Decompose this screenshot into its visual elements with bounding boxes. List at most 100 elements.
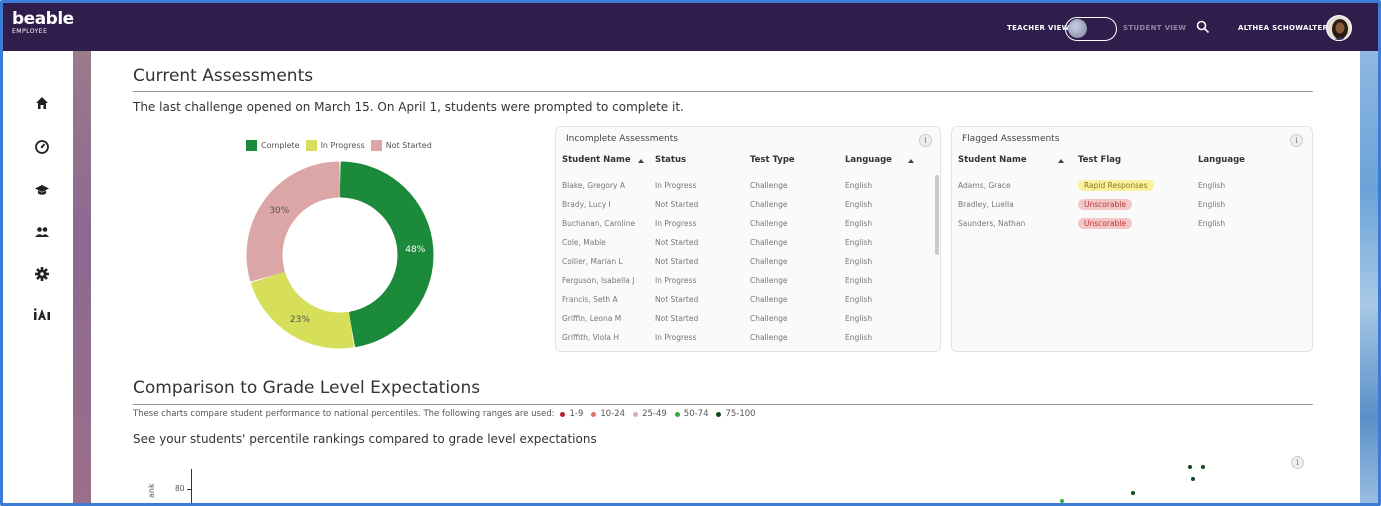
table-cell: In Progress	[655, 276, 697, 285]
panel-title: Incomplete Assessments	[566, 134, 678, 144]
col-header-status[interactable]: Status	[655, 155, 686, 165]
table-cell: Challenge	[750, 314, 788, 323]
test-flag-badge: Unscorable	[1078, 218, 1133, 229]
decorative-left-strip	[73, 51, 91, 503]
legend-item-complete: Complete	[246, 140, 300, 151]
table-cell[interactable]: Griffith, Viola H	[562, 333, 619, 342]
logo-subtitle: EMPLOYEE	[12, 28, 48, 35]
scatter-point	[1191, 477, 1195, 481]
users-icon[interactable]	[34, 224, 50, 240]
section-title-comparison: Comparison to Grade Level Expectations	[133, 378, 481, 398]
col-header-student-name[interactable]: Student Name	[958, 155, 1027, 165]
brand-logo[interactable]: beable EMPLOYEE	[12, 11, 74, 36]
donut-slice[interactable]	[251, 271, 354, 349]
legend-label: Complete	[261, 141, 300, 150]
sort-asc-icon[interactable]	[638, 159, 644, 163]
table-cell[interactable]: Buchanan, Caroline	[562, 219, 635, 228]
section-title-current: Current Assessments	[133, 66, 314, 86]
range-dot	[674, 411, 680, 417]
range-label: 75-100	[725, 409, 756, 419]
current-lead-text: The last challenge opened on March 15. O…	[133, 100, 684, 114]
info-icon[interactable]: i	[1291, 456, 1304, 469]
table-cell: Not Started	[655, 200, 699, 209]
info-icon[interactable]: i	[1290, 134, 1303, 147]
info-icon[interactable]: i	[919, 134, 932, 147]
logo-text: beable	[12, 9, 74, 29]
view-toggle[interactable]	[1065, 17, 1117, 41]
flagged-assessments-panel: Flagged Assessments i Student Name Test …	[951, 126, 1313, 352]
col-header-test-flag[interactable]: Test Flag	[1078, 155, 1121, 165]
table-cell: Not Started	[655, 295, 699, 304]
col-header-test-type[interactable]: Test Type	[750, 155, 795, 165]
table-cell[interactable]: Griffin, Leona M	[562, 314, 621, 323]
col-header-student-name[interactable]: Student Name	[562, 155, 631, 165]
sort-asc-icon[interactable]	[908, 159, 914, 163]
avatar[interactable]	[1326, 15, 1352, 41]
table-cell[interactable]: Blake, Gregory A	[562, 181, 625, 190]
table-cell: English	[845, 333, 873, 342]
table-cell: Challenge	[750, 276, 788, 285]
table-cell: Not Started	[655, 257, 699, 266]
panel-title: Flagged Assessments	[962, 134, 1060, 144]
scatter-point	[1188, 465, 1192, 469]
table-cell[interactable]: Ferguson, Isabella J	[562, 276, 634, 285]
completion-donut-chart: 48% 23% 30%	[246, 161, 434, 349]
table-cell[interactable]: Bradley, Luella	[958, 200, 1014, 209]
table-cell: In Progress	[655, 181, 697, 190]
legend-swatch	[370, 140, 382, 151]
table-cell: English	[845, 314, 873, 323]
table-cell[interactable]: Brady, Lucy I	[562, 200, 611, 209]
scatter-point	[1060, 499, 1064, 503]
graduation-cap-icon[interactable]	[34, 182, 50, 198]
y-axis-label: ank	[147, 483, 156, 498]
legend-item-in-progress: In Progress	[305, 140, 365, 151]
table-cell: English	[845, 219, 873, 228]
ai-icon[interactable]	[33, 306, 51, 322]
settings-icon[interactable]	[34, 266, 50, 282]
percentile-ranges: These charts compare student performance…	[133, 409, 758, 419]
ranges-intro: These charts compare student performance…	[133, 409, 555, 419]
side-nav	[3, 51, 73, 503]
range-label: 50-74	[683, 409, 709, 419]
table-cell: English	[845, 200, 873, 209]
table-cell: English	[845, 276, 873, 285]
scrollbar[interactable]	[935, 175, 939, 255]
dashboard-icon[interactable]	[34, 139, 50, 155]
table-cell: In Progress	[655, 219, 697, 228]
table-cell: English	[845, 257, 873, 266]
search-icon[interactable]	[1196, 20, 1210, 34]
col-header-language[interactable]: Language	[845, 155, 892, 165]
range-dot	[633, 411, 639, 417]
table-cell: Challenge	[750, 181, 788, 190]
table-cell: Challenge	[750, 295, 788, 304]
user-name[interactable]: ALTHEA SCHOWALTER	[1238, 24, 1328, 32]
sort-asc-icon[interactable]	[1058, 159, 1064, 163]
table-cell: Not Started	[655, 238, 699, 247]
teacher-view-label: TEACHER VIEW	[1007, 24, 1070, 32]
table-cell[interactable]: Collier, Marian L	[562, 257, 623, 266]
top-bar: beable EMPLOYEE TEACHER VIEW STUDENT VIE…	[3, 3, 1378, 51]
decorative-right-strip	[1360, 51, 1378, 503]
range-label: 25-49	[642, 409, 667, 419]
table-cell[interactable]: Adams, Grace	[958, 181, 1011, 190]
range-dot	[591, 411, 597, 417]
section-divider	[133, 91, 1313, 92]
donut-slice[interactable]	[246, 161, 341, 282]
legend-swatch	[246, 140, 257, 151]
table-cell[interactable]: Saunders, Nathan	[958, 219, 1025, 228]
col-header-language[interactable]: Language	[1198, 155, 1245, 165]
table-cell: Not Started	[655, 314, 699, 323]
donut-slice-label: 23%	[290, 315, 310, 325]
legend-swatch	[305, 140, 317, 151]
app-window: beable EMPLOYEE TEACHER VIEW STUDENT VIE…	[0, 0, 1381, 506]
table-cell: Challenge	[750, 333, 788, 342]
table-cell: Challenge	[750, 219, 788, 228]
scatter-point	[1131, 491, 1135, 495]
table-cell: Challenge	[750, 238, 788, 247]
home-icon[interactable]	[34, 95, 50, 111]
range-dot	[716, 411, 722, 417]
range-dot	[560, 411, 566, 417]
table-cell: English	[845, 181, 873, 190]
table-cell[interactable]: Cole, Mable	[562, 238, 606, 247]
table-cell[interactable]: Francis, Seth A	[562, 295, 618, 304]
